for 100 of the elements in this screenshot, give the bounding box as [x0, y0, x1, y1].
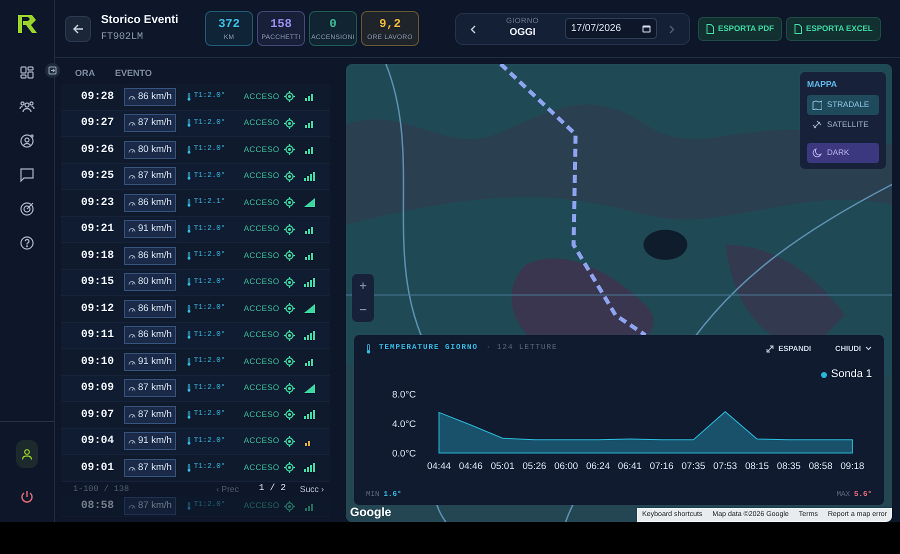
thermometer-icon	[186, 225, 191, 234]
export-pdf-button[interactable]: ESPORTA PDF	[698, 16, 782, 40]
speedometer-icon	[128, 385, 136, 392]
gps-icon	[284, 382, 296, 394]
speedometer-icon	[128, 252, 136, 259]
moon-icon	[812, 148, 822, 158]
stat-value: 372	[217, 16, 241, 33]
event-time: 09:21	[81, 222, 116, 237]
column-header: ORA	[75, 67, 95, 80]
axis-label: 04:44	[427, 460, 451, 472]
thermometer-icon	[186, 464, 191, 472]
profile-button[interactable]	[16, 440, 38, 468]
chevron-right-icon	[669, 24, 675, 34]
axis-label: 05:01	[490, 460, 514, 472]
event-time: 09:04	[81, 434, 116, 449]
speedometer-icon	[128, 358, 136, 365]
stat-value: 0	[328, 16, 338, 33]
map-icon	[812, 100, 822, 110]
legend-label: Sonda 1	[831, 367, 872, 382]
speed-value: 86 km/h	[138, 302, 172, 316]
expand-icon	[766, 344, 774, 353]
vehicle-plate: FT902LM	[101, 30, 144, 45]
map-mode-option[interactable]: SATELLITE	[807, 114, 879, 135]
back-button[interactable]	[65, 16, 91, 42]
event-time: 09:12	[81, 302, 116, 316]
column-header: EVENTO	[115, 67, 152, 80]
status-text: ACCESO	[244, 90, 280, 103]
thermometer-icon	[186, 278, 191, 286]
thermometer-icon	[186, 119, 191, 128]
axis-label: 8.0°C	[392, 389, 416, 400]
thermometer-icon	[186, 358, 191, 366]
back-arrow-icon	[72, 22, 84, 34]
axis-label: 07:35	[682, 460, 706, 472]
file-icon	[794, 24, 802, 34]
speed-value: 87 km/h	[138, 460, 172, 475]
map-mode-option[interactable]: DARK	[807, 142, 879, 163]
speedometer-icon	[128, 464, 136, 471]
speed-value: 91 km/h	[138, 434, 172, 448]
gps-icon	[284, 330, 296, 341]
map-mode-option[interactable]: STRADALE	[807, 94, 879, 115]
logo-icon	[16, 13, 38, 35]
event-time: 09:09	[81, 381, 116, 396]
speed-value: 91 km/h	[138, 354, 172, 369]
thermometer-icon	[186, 304, 191, 313]
gps-icon	[284, 356, 296, 368]
speed-value: 86 km/h	[138, 328, 172, 342]
next-page-button[interactable]: Succ ›	[300, 482, 324, 496]
dashboard-icon	[19, 65, 35, 81]
speed-value: 87 km/h	[138, 381, 172, 396]
gps-icon	[284, 91, 296, 102]
axis-label: 09:18	[840, 460, 864, 472]
axis-label: 07:16	[650, 460, 674, 472]
speedometer-icon	[128, 120, 136, 126]
event-time: 09:25	[81, 169, 116, 184]
speedometer-icon	[128, 306, 136, 312]
collapse-button[interactable]	[45, 63, 60, 78]
caret-icon	[865, 346, 872, 352]
gps-icon	[284, 250, 296, 262]
status-text: ACCESO	[244, 302, 280, 315]
target-icon	[19, 201, 35, 217]
axis-label: 0.0°C	[392, 448, 416, 460]
event-time: 09:07	[81, 408, 116, 422]
thermometer-icon	[186, 172, 191, 180]
zoom-in-button[interactable]: +	[352, 274, 374, 298]
gps-icon	[284, 303, 296, 314]
status-text: ACCESO	[244, 382, 280, 394]
axis-label: 06:00	[554, 460, 578, 472]
power-icon	[20, 490, 34, 504]
help-icon	[19, 235, 35, 251]
axis-label: 05:26	[522, 460, 546, 472]
speedometer-icon	[128, 438, 136, 444]
gps-icon	[284, 409, 296, 420]
thermometer-icon	[186, 331, 191, 340]
speedometer-icon	[128, 279, 136, 286]
axis-label: 06:41	[618, 460, 642, 472]
zoom-out-button[interactable]: −	[352, 298, 374, 322]
event-time: 08:58	[81, 498, 116, 514]
speed-value: 87 km/h	[138, 498, 172, 513]
status-text: ACCESO	[244, 356, 280, 368]
chat-icon	[19, 167, 35, 183]
gps-icon	[284, 224, 296, 235]
status-text: ACCESO	[244, 408, 280, 421]
export-excel-button[interactable]: ESPORTA EXCEL	[786, 16, 881, 40]
speedometer-icon	[128, 332, 136, 338]
page-indicator: 1 / 2	[258, 482, 286, 496]
gps-icon	[284, 462, 296, 474]
date-field[interactable]: 17/07/2026	[565, 18, 657, 39]
axis-label: 07:53	[713, 460, 738, 472]
speed-value: 87 km/h	[138, 116, 172, 130]
speed-value: 91 km/h	[138, 222, 172, 236]
speed-value: 86 km/h	[138, 90, 172, 104]
gps-icon	[284, 276, 296, 288]
panel-title: MAPPA	[807, 78, 838, 91]
page-title: Storico Eventi	[101, 13, 180, 28]
gps-icon	[284, 197, 296, 208]
satellite-icon	[812, 120, 822, 130]
event-time: 09:26	[81, 142, 116, 158]
speedometer-icon	[128, 226, 136, 232]
gps-icon	[284, 144, 296, 156]
speedometer-icon	[128, 173, 136, 180]
